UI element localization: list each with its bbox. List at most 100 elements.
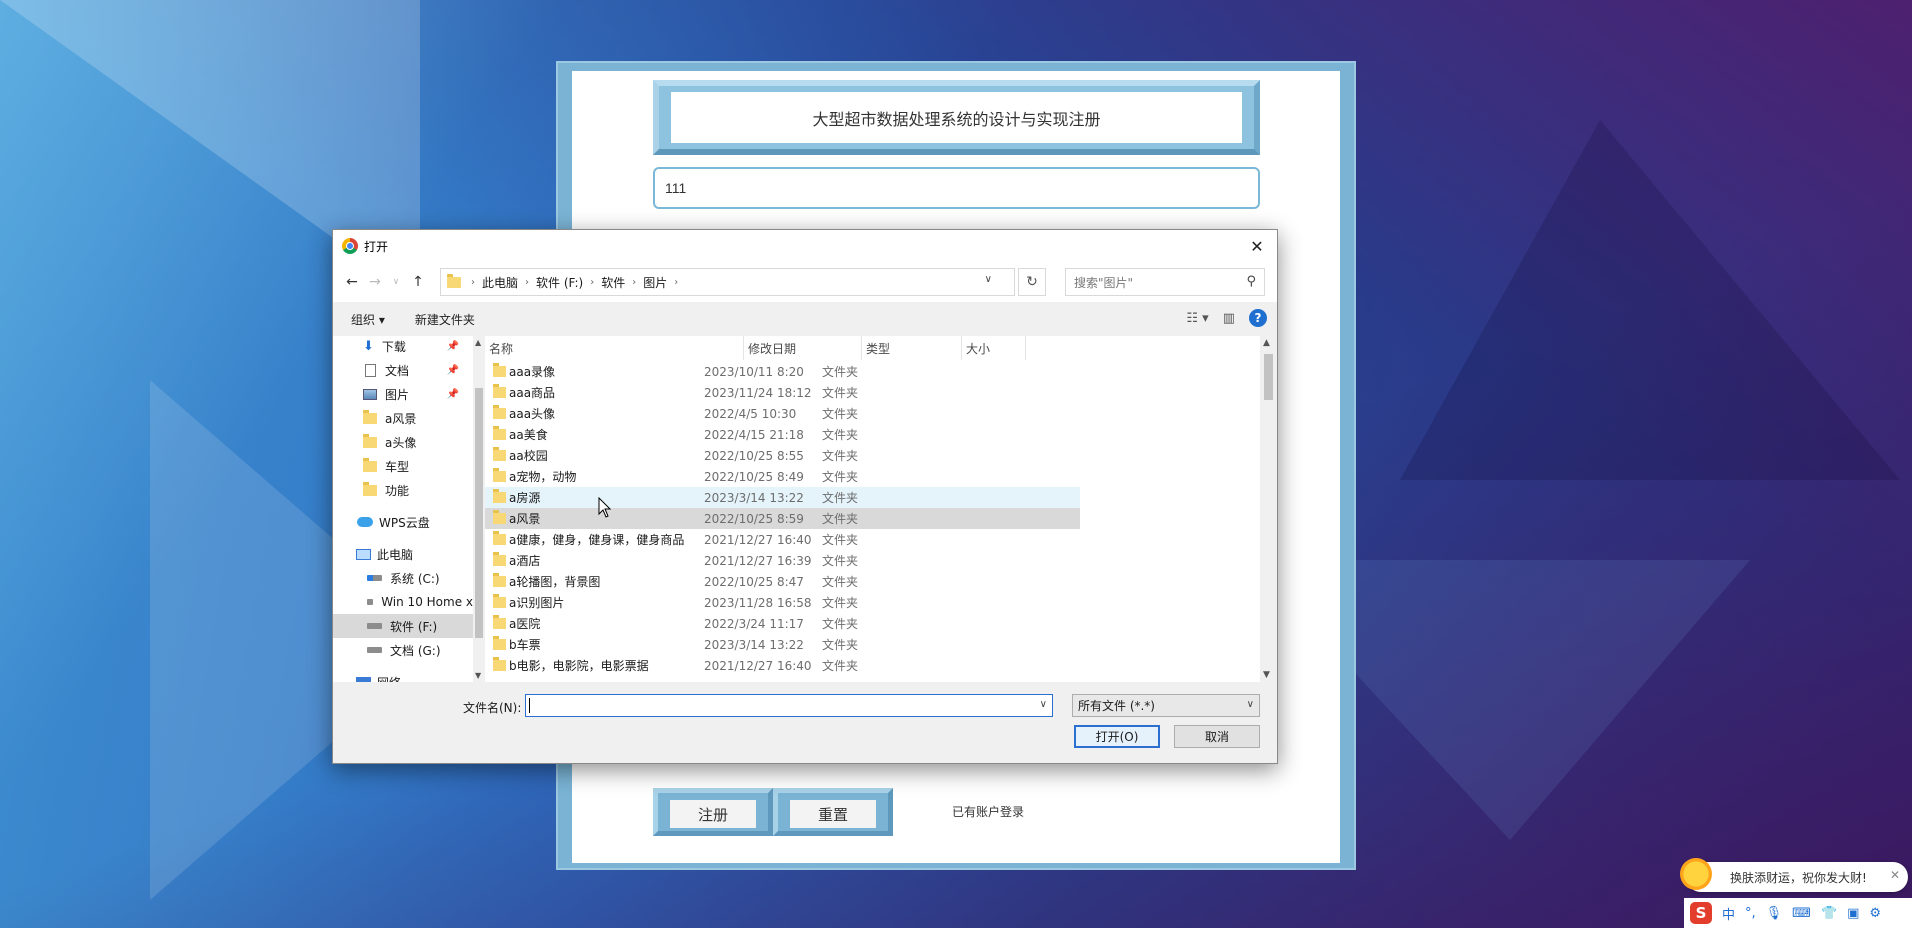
cancel-button[interactable]: 取消 — [1174, 725, 1260, 748]
file-type: 文件夹 — [822, 596, 859, 610]
file-row[interactable]: aaa头像 2022/4/5 10:30 文件夹 — [485, 403, 1080, 424]
folder-icon — [493, 615, 506, 629]
nav-item-drive[interactable]: 文档 (G:) — [333, 638, 473, 662]
close-icon[interactable]: ✕ — [1890, 868, 1900, 882]
search-icon: ⚲ — [1246, 274, 1256, 289]
file-row[interactable]: aaa录像 2023/10/11 8:20 文件夹 — [485, 361, 1080, 382]
nav-item-drive[interactable]: Win 10 Home x — [333, 590, 473, 614]
keyboard-icon[interactable]: ⌨ — [1792, 906, 1811, 921]
up-arrow-icon[interactable]: ↑ — [407, 272, 429, 292]
drive-icon — [367, 623, 382, 629]
file-row[interactable]: b电影，电影院，电影票据 2021/12/27 16:40 文件夹 — [485, 655, 1080, 676]
ime-notification-bubble[interactable]: 换肤添财运，祝你发大财! ✕ — [1680, 858, 1908, 892]
open-button[interactable]: 打开(O) — [1074, 725, 1160, 748]
ime-mode-toggle[interactable]: 中 — [1722, 904, 1735, 923]
file-type: 文件夹 — [822, 428, 859, 442]
file-row[interactable]: a轮播图，背景图 2022/10/25 8:47 文件夹 — [485, 571, 1080, 592]
chevron-down-icon: ∨ — [1246, 699, 1254, 710]
nav-item-this-pc[interactable]: 此电脑 — [333, 542, 473, 566]
nav-item-drive[interactable]: 软件 (F:) — [333, 614, 473, 638]
breadcrumb-item[interactable]: 图片 — [643, 274, 667, 291]
chevron-down-icon[interactable]: ∨ — [1040, 699, 1047, 710]
file-row[interactable]: a宠物，动物 2022/10/25 8:49 文件夹 — [485, 466, 1080, 487]
file-row[interactable]: a医院 2022/3/24 11:17 文件夹 — [485, 613, 1080, 634]
folder-icon — [493, 573, 506, 587]
organize-menu[interactable]: 组织 ▾ — [351, 311, 385, 328]
file-name: a识别图片 — [509, 596, 565, 610]
username-input[interactable]: 111 — [653, 167, 1260, 209]
file-row[interactable]: aa校园 2022/10/25 8:55 文件夹 — [485, 445, 1080, 466]
column-header-name[interactable]: ^ 名称 — [485, 336, 744, 360]
file-date: 2023/3/14 13:22 — [704, 637, 804, 652]
breadcrumb-item[interactable]: 软件 — [601, 274, 625, 291]
nav-scrollbar-thumb[interactable] — [475, 388, 483, 638]
close-icon[interactable]: ✕ — [1237, 230, 1277, 262]
sogou-logo-icon[interactable]: S — [1690, 902, 1712, 924]
file-row[interactable]: aaa商品 2023/11/24 18:12 文件夹 — [485, 382, 1080, 403]
nav-item-folder[interactable]: 车型 — [333, 454, 473, 478]
chevron-down-icon[interactable]: ∨ — [985, 274, 992, 285]
nav-item-documents[interactable]: 文档 📌 — [333, 358, 473, 382]
nav-scrollbar[interactable]: ▲ ▼ — [473, 336, 485, 682]
mouse-cursor-icon — [598, 497, 612, 518]
file-row[interactable]: a风景 2022/10/25 8:59 文件夹 — [485, 508, 1080, 529]
nav-item-folder[interactable]: a风景 — [333, 406, 473, 430]
new-folder-button[interactable]: 新建文件夹 — [415, 311, 475, 328]
dialog-title: 打开 — [364, 239, 389, 254]
nav-item-wps-cloud[interactable]: WPS云盘 — [333, 510, 473, 534]
nav-item-folder[interactable]: 功能 — [333, 478, 473, 502]
file-row[interactable]: a酒店 2021/12/27 16:39 文件夹 — [485, 550, 1080, 571]
microphone-icon[interactable]: 🎙 — [1766, 906, 1783, 921]
file-name: b电影，电影院，电影票据 — [509, 659, 649, 673]
settings-icon[interactable]: ⚙ — [1869, 906, 1881, 921]
column-header-type[interactable]: 类型 — [862, 336, 962, 360]
reset-button[interactable]: 重置 — [773, 788, 893, 836]
file-row[interactable]: b车票 2023/3/14 13:22 文件夹 — [485, 634, 1080, 655]
scroll-down-icon[interactable]: ▼ — [475, 671, 481, 680]
file-row[interactable]: a健康，健身，健身课，健身商品 2021/12/27 16:40 文件夹 — [485, 529, 1080, 550]
file-row[interactable]: a房源 2023/3/14 13:22 文件夹 — [485, 487, 1080, 508]
nav-item-pictures[interactable]: 图片 📌 — [333, 382, 473, 406]
nav-item-downloads[interactable]: ⬇ 下载 📌 — [333, 336, 473, 358]
nav-item-folder[interactable]: a头像 — [333, 430, 473, 454]
breadcrumb-item[interactable]: 软件 (F:) — [536, 274, 583, 291]
view-options-icon[interactable]: ☷ ▾ — [1186, 311, 1208, 326]
file-type-select[interactable]: 所有文件 (*.*) ∨ — [1072, 694, 1260, 717]
nav-item-drive[interactable]: 系统 (C:) — [333, 566, 473, 590]
filename-input[interactable]: ∨ — [525, 694, 1053, 717]
nav-item-network[interactable]: 网络 — [333, 670, 473, 682]
file-list-scrollbar[interactable]: ▲ ▼ — [1260, 336, 1277, 682]
folder-icon — [363, 457, 377, 472]
sun-mascot-icon — [1680, 858, 1712, 890]
skin-icon[interactable]: 👕 — [1821, 906, 1837, 921]
breadcrumb-item[interactable]: 此电脑 — [482, 274, 518, 291]
scroll-up-icon[interactable]: ▲ — [475, 338, 481, 347]
file-row[interactable]: a识别图片 2023/11/28 16:58 文件夹 — [485, 592, 1080, 613]
search-input[interactable]: 搜索"图片" ⚲ — [1065, 268, 1265, 296]
register-button[interactable]: 注册 — [653, 788, 773, 836]
file-name: a医院 — [509, 617, 541, 631]
recent-dropdown-icon[interactable]: ∨ — [385, 272, 407, 292]
forward-arrow-icon[interactable]: → — [364, 272, 386, 292]
drive-icon — [367, 599, 374, 605]
scroll-up-icon[interactable]: ▲ — [1263, 338, 1270, 348]
back-arrow-icon[interactable]: ← — [341, 272, 363, 292]
pictures-icon — [363, 388, 377, 400]
refresh-icon[interactable]: ↻ — [1018, 268, 1046, 296]
file-list-scrollbar-thumb[interactable] — [1264, 354, 1273, 400]
column-header-size[interactable]: 大小 — [962, 336, 1026, 360]
file-row[interactable]: aa美食 2022/4/15 21:18 文件夹 — [485, 424, 1080, 445]
help-icon[interactable]: ? — [1249, 309, 1267, 327]
file-type: 文件夹 — [822, 638, 859, 652]
toolbox-icon[interactable]: ▣ — [1847, 906, 1859, 921]
login-link[interactable]: 已有账户登录 — [952, 803, 1024, 820]
punctuation-icon[interactable]: °, — [1745, 906, 1756, 921]
file-date: 2022/10/25 8:59 — [704, 511, 804, 526]
address-bar[interactable]: › 此电脑 › 软件 (F:) › 软件 › 图片 › ∨ — [440, 268, 1015, 296]
file-date: 2021/12/27 16:40 — [704, 532, 812, 547]
register-button-label: 注册 — [670, 800, 756, 828]
scroll-down-icon[interactable]: ▼ — [1263, 670, 1270, 680]
column-header-date[interactable]: 修改日期 — [744, 336, 862, 360]
preview-pane-icon[interactable]: ▥ — [1223, 311, 1235, 326]
network-icon — [356, 677, 371, 682]
